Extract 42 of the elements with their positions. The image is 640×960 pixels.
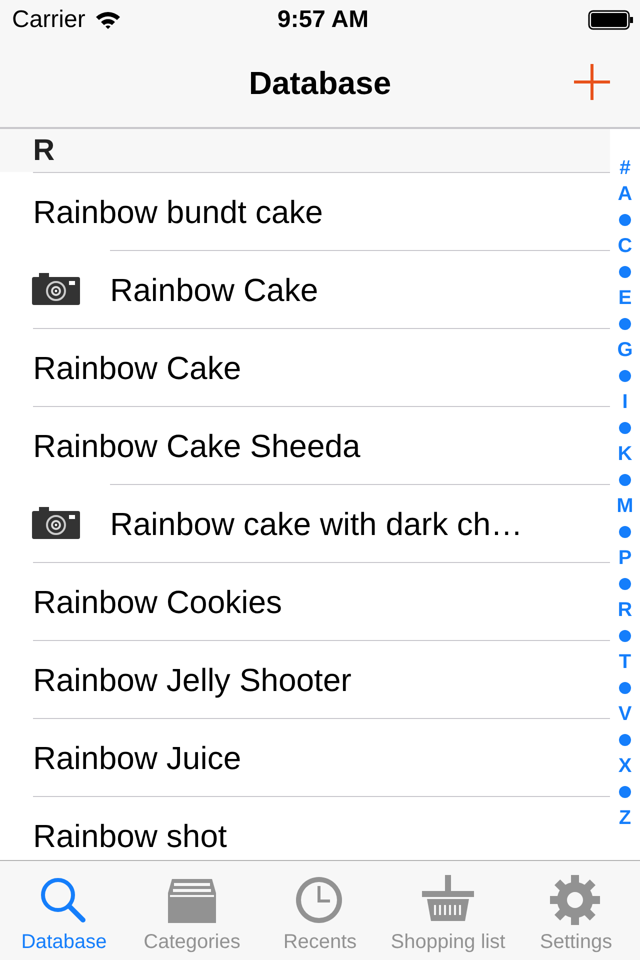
index-letter[interactable]: T — [618, 649, 632, 675]
index-dot-icon[interactable] — [619, 630, 631, 642]
tab-item[interactable]: Settings — [512, 861, 640, 960]
camera-icon — [32, 273, 80, 305]
index-dot-icon[interactable] — [619, 578, 631, 590]
status-time: 9:57 AM — [277, 6, 369, 34]
index-dot-icon[interactable] — [619, 474, 631, 486]
carrier-name: Carrier — [12, 6, 86, 34]
wifi-icon — [95, 10, 122, 30]
index-letter[interactable]: K — [618, 441, 632, 467]
index-letter[interactable]: # — [619, 155, 631, 181]
tab-item[interactable]: Shopping list — [384, 861, 512, 960]
battery-icon — [588, 10, 634, 30]
tab-item[interactable]: Categories — [128, 861, 256, 960]
index-dot-icon[interactable] — [619, 266, 631, 278]
index-letter[interactable]: M — [616, 493, 634, 519]
index-dot-icon[interactable] — [619, 682, 631, 694]
index-dot-icon[interactable] — [619, 526, 631, 538]
index-letter[interactable]: Z — [618, 805, 632, 831]
index-letter[interactable]: P — [618, 545, 632, 571]
index-letter[interactable]: V — [618, 701, 632, 727]
add-button[interactable] — [574, 64, 610, 100]
nav-title: Database — [248, 65, 392, 102]
index-letter[interactable]: C — [618, 233, 632, 259]
section-letter: R — [33, 134, 55, 168]
index-dot-icon[interactable] — [619, 734, 631, 746]
index-dot-icon[interactable] — [619, 786, 631, 798]
index-letter[interactable]: A — [618, 181, 632, 207]
camera-icon — [32, 507, 80, 539]
index-dot-icon[interactable] — [619, 422, 631, 434]
index-dot-icon[interactable] — [619, 318, 631, 330]
index-letter[interactable]: G — [617, 337, 633, 363]
tab-item[interactable]: Database — [0, 861, 128, 960]
index-dot-icon[interactable] — [619, 370, 631, 382]
index-letter[interactable]: I — [622, 389, 628, 415]
settings-icon — [550, 875, 602, 925]
index-letter[interactable]: X — [618, 753, 632, 779]
tab-item[interactable]: Recents — [256, 861, 384, 960]
index-letter[interactable]: R — [618, 597, 632, 623]
index-dot-icon[interactable] — [619, 214, 631, 226]
index-letter[interactable]: E — [618, 285, 632, 311]
plus-icon — [574, 64, 610, 100]
